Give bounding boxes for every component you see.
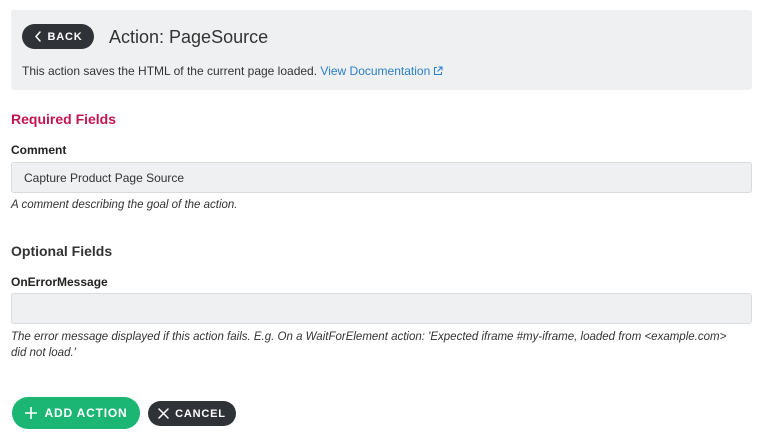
page-title: Action: PageSource (109, 27, 269, 47)
back-button[interactable]: BACK (22, 24, 94, 49)
cancel-label: CANCEL (175, 407, 226, 420)
description-text: This action saves the HTML of the curren… (22, 64, 318, 78)
chevron-left-icon (34, 31, 42, 42)
comment-help-text: A comment describing the goal of the act… (11, 199, 238, 211)
action-description: This action saves the HTML of the curren… (22, 63, 443, 79)
optional-fields-title: Optional Fields (11, 243, 113, 259)
plus-icon (24, 407, 37, 419)
close-icon (158, 408, 169, 419)
on-error-message-label: OnErrorMessage (11, 275, 108, 289)
back-button-label: BACK (47, 30, 83, 43)
comment-label: Comment (11, 143, 67, 157)
add-action-button[interactable]: ADD ACTION (12, 397, 140, 429)
external-link-icon (433, 66, 443, 76)
on-error-message-input[interactable] (11, 293, 752, 324)
on-error-message-help-text: The error message displayed if this acti… (11, 331, 727, 359)
add-action-label: ADD ACTION (44, 406, 128, 420)
view-documentation-label: View Documentation (320, 64, 431, 78)
action-header-panel: BACK Action: PageSource This action save… (11, 10, 752, 90)
comment-input[interactable] (11, 162, 752, 193)
cancel-button[interactable]: CANCEL (148, 401, 236, 426)
view-documentation-link[interactable]: View Documentation (320, 63, 443, 79)
required-fields-title: Required Fields (11, 111, 117, 127)
